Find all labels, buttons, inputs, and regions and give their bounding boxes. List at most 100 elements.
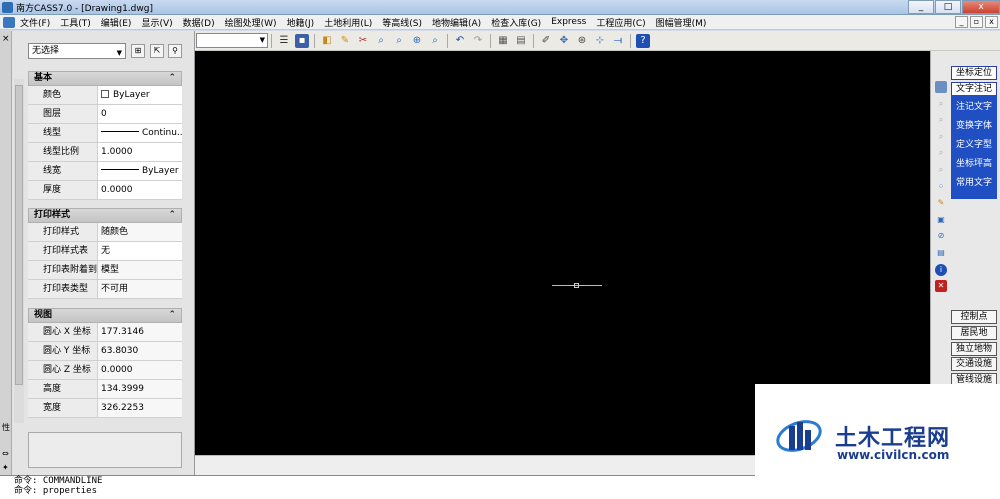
define-font-item[interactable]: 定义字型 xyxy=(951,137,997,153)
independent-feature-button[interactable]: 独立地物 xyxy=(951,342,997,356)
layer-combo[interactable] xyxy=(196,33,268,48)
collapse-icon[interactable]: ⌃ xyxy=(168,309,176,322)
palette-close-icon[interactable]: × xyxy=(2,34,10,44)
close-button[interactable]: x xyxy=(962,0,1000,14)
prop-row-plot-table-type[interactable]: 打印表类型 不可用 xyxy=(28,280,182,299)
minimize-button[interactable]: _ xyxy=(908,0,934,14)
prop-row-plot-table-attached[interactable]: 打印表附着到 模型 xyxy=(28,261,182,280)
menu-land-use[interactable]: 土地利用(L) xyxy=(319,16,377,29)
menu-feature-edit[interactable]: 地物编辑(A) xyxy=(427,16,486,29)
section-title: 视图 xyxy=(34,310,53,320)
layers-icon[interactable]: ▣ xyxy=(935,214,947,226)
collapse-icon[interactable]: ⌃ xyxy=(168,209,176,222)
quick-select-icon[interactable]: ⚲ xyxy=(168,44,182,58)
section-header[interactable]: 视图 ⌃ xyxy=(28,308,182,323)
menu-view[interactable]: 显示(V) xyxy=(136,16,177,29)
prop-row-linetype-scale[interactable]: 线型比例 1.0000 xyxy=(28,143,182,162)
text-annotation-button[interactable]: 文字注记 xyxy=(951,82,997,96)
doc-minimize-button[interactable]: _ xyxy=(955,16,968,28)
prop-row-lineweight[interactable]: 线宽 ByLayer xyxy=(28,162,182,181)
zoom-out-icon[interactable]: ⌕ xyxy=(935,147,947,159)
edit-icon[interactable]: ✎ xyxy=(935,197,947,209)
trim-icon[interactable]: ⊹ xyxy=(593,34,607,48)
section-header[interactable]: 基本 ⌃ xyxy=(28,71,182,86)
traffic-facility-button[interactable]: 交通设施 xyxy=(951,357,997,371)
menu-tools[interactable]: 工具(T) xyxy=(55,16,96,29)
prop-row-plot-style-table[interactable]: 打印样式表 无 xyxy=(28,242,182,261)
tag-icon[interactable]: ⊘ xyxy=(935,230,947,242)
menu-edit[interactable]: 编辑(E) xyxy=(96,16,137,29)
prop-row-height[interactable]: 高度 134.3999 xyxy=(28,380,182,399)
palette-scrollbar[interactable] xyxy=(14,79,24,423)
nodes-icon[interactable]: ⁘ xyxy=(935,181,947,193)
prop-row-width[interactable]: 宽度 326.2253 xyxy=(28,399,182,418)
grid-icon[interactable]: ▦ xyxy=(496,34,510,48)
residence-button[interactable]: 居民地 xyxy=(951,326,997,340)
menu-sheet[interactable]: 图幅管理(M) xyxy=(651,16,712,29)
palette-arrow-icon[interactable]: ⇔ xyxy=(2,449,9,458)
select-objects-icon[interactable]: ⇱ xyxy=(150,44,164,58)
prop-row-center-z[interactable]: 圆心 Z 坐标 0.0000 xyxy=(28,361,182,380)
maximize-button[interactable]: □ xyxy=(935,0,961,14)
horizontal-scrollbar[interactable] xyxy=(195,455,755,475)
zoom-previous-icon[interactable]: ⌕ xyxy=(428,34,442,48)
move-icon[interactable]: ✥ xyxy=(557,34,571,48)
menu-engineering[interactable]: 工程应用(C) xyxy=(591,16,650,29)
screen-icon[interactable] xyxy=(935,81,947,93)
prop-row-color[interactable]: 颜色 ByLayer xyxy=(28,86,182,105)
menu-drawing[interactable]: 绘图处理(W) xyxy=(220,16,282,29)
coordinate-elevation-item[interactable]: 坐标坪高 xyxy=(951,156,997,172)
prop-row-center-y[interactable]: 圆心 Y 坐标 63.8030 xyxy=(28,342,182,361)
prop-row-center-x[interactable]: 圆心 X 坐标 177.3146 xyxy=(28,323,182,342)
delete-icon[interactable]: ✕ xyxy=(935,280,947,293)
menu-data[interactable]: 数据(D) xyxy=(178,16,220,29)
toggle-pickadd-icon[interactable]: ⊞ xyxy=(131,44,145,58)
control-point-button[interactable]: 控制点 xyxy=(951,310,997,324)
zoom-previous-icon[interactable]: ⌕ xyxy=(935,164,947,176)
coordinate-locate-button[interactable]: 坐标定位 xyxy=(951,66,997,80)
zoom-realtime-icon[interactable]: ⌕ xyxy=(935,98,947,110)
doc-close-button[interactable]: x xyxy=(985,16,998,28)
table-icon[interactable]: ▤ xyxy=(935,247,947,259)
selection-dropdown[interactable]: 无选择 xyxy=(28,43,126,60)
annotation-text-item[interactable]: 注记文字 xyxy=(951,99,997,115)
document-icon[interactable] xyxy=(3,16,15,28)
change-font-item[interactable]: 变换字体 xyxy=(951,118,997,134)
menu-check[interactable]: 检查入库(G) xyxy=(486,16,546,29)
menu-contour[interactable]: 等高线(S) xyxy=(377,16,427,29)
prop-row-layer[interactable]: 图层 0 xyxy=(28,105,182,124)
redo-icon[interactable]: ↷ xyxy=(471,34,485,48)
undo-icon[interactable]: ↶ xyxy=(453,34,467,48)
palette-scroll-thumb[interactable] xyxy=(15,85,23,385)
prop-row-thickness[interactable]: 厚度 0.0000 xyxy=(28,181,182,200)
zoom-realtime-icon[interactable]: ⌕ xyxy=(374,34,388,48)
menu-cadastre[interactable]: 地籍(J) xyxy=(282,16,320,29)
snap-icon[interactable]: ⊛ xyxy=(575,34,589,48)
zoom-in-icon[interactable]: ⊕ xyxy=(410,34,424,48)
help-icon[interactable]: ? xyxy=(636,33,650,48)
palette-title-strip[interactable]: × 性 ⇔ ✦ xyxy=(0,31,12,475)
save-icon[interactable]: ▪ xyxy=(295,33,309,48)
pencil-icon[interactable]: ✎ xyxy=(338,34,352,48)
erase-icon[interactable]: ✂ xyxy=(356,34,370,48)
extend-icon[interactable]: ⟞ xyxy=(611,34,625,48)
prop-name: 打印样式表 xyxy=(28,242,98,260)
lines-icon[interactable]: ☰ xyxy=(277,34,291,48)
zoom-window-icon[interactable]: ⌕ xyxy=(392,34,406,48)
menu-express[interactable]: Express xyxy=(546,17,591,27)
zoom-in-icon[interactable]: ⌕ xyxy=(935,131,947,143)
zoom-window-icon[interactable]: ⌕ xyxy=(935,114,947,126)
section-header[interactable]: 打印样式 ⌃ xyxy=(28,208,182,223)
edit-line-icon[interactable]: ✐ xyxy=(539,34,553,48)
calculator-icon[interactable]: ▤ xyxy=(514,34,528,48)
menu-file[interactable]: 文件(F) xyxy=(15,16,55,29)
open-icon[interactable]: ◧ xyxy=(320,34,334,48)
prop-row-plot-style[interactable]: 打印样式 随颜色 xyxy=(28,223,182,242)
prop-row-linetype[interactable]: 线型 Continu... xyxy=(28,124,182,143)
section-print-style: 打印样式 ⌃ 打印样式 随颜色 打印样式表 无 打印表附着到 模型 打印表类型 … xyxy=(28,208,182,299)
common-text-item[interactable]: 常用文字 xyxy=(951,175,997,191)
info-icon[interactable]: i xyxy=(935,263,947,276)
palette-menu-icon[interactable]: ✦ xyxy=(2,463,9,472)
collapse-icon[interactable]: ⌃ xyxy=(168,72,176,85)
doc-restore-button[interactable]: ▫ xyxy=(970,16,983,28)
